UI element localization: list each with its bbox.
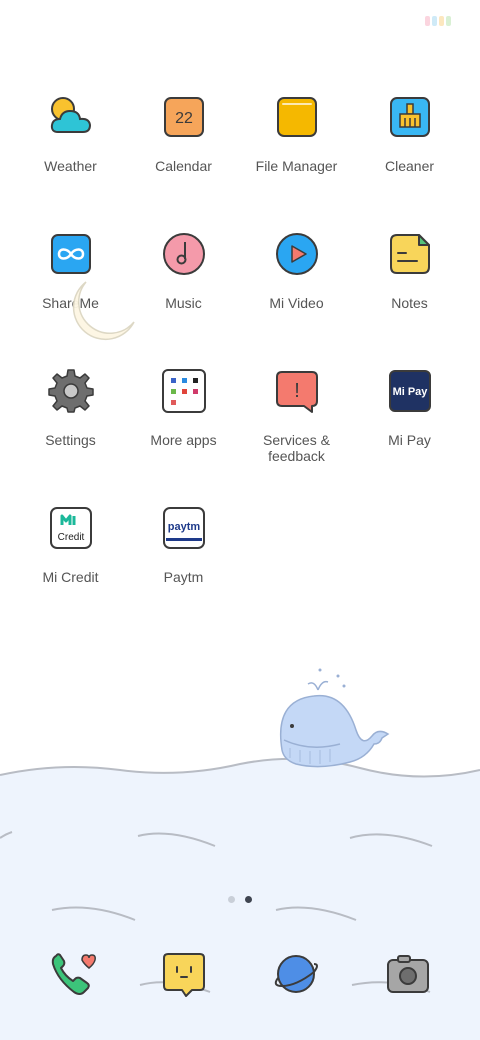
badge-segment (446, 16, 451, 26)
weather-icon (50, 97, 91, 133)
whale-illustration (279, 668, 390, 768)
app-mi-pay[interactable]: Mi Pay Mi Pay (353, 368, 466, 478)
app-settings[interactable]: Settings (14, 368, 127, 478)
badge-segment (439, 16, 444, 26)
calendar-icon: 22 (163, 97, 204, 137)
exclamation-mark: ! (294, 380, 300, 402)
feedback-icon: ! (275, 371, 318, 413)
app-label: Settings (45, 432, 96, 448)
dock (14, 950, 466, 1000)
app-label: Calendar (155, 158, 212, 174)
message-icon[interactable] (160, 950, 208, 998)
play-icon (275, 233, 318, 275)
phone-icon[interactable] (48, 950, 96, 998)
app-calendar[interactable]: 22 Calendar (127, 94, 240, 204)
app-label: Notes (391, 295, 428, 311)
app-weather[interactable]: Weather (14, 94, 127, 204)
paytm-logo-text: paytm (167, 521, 200, 533)
music-note-icon (162, 233, 205, 275)
app-folder-icon (161, 369, 206, 413)
gear-icon (47, 369, 94, 413)
app-music[interactable]: Music (127, 231, 240, 341)
app-cleaner[interactable]: Cleaner (353, 94, 466, 204)
camera-icon[interactable] (384, 950, 432, 998)
page-indicator (0, 896, 480, 903)
app-label: Mi Pay (388, 432, 431, 448)
app-label: Music (165, 295, 202, 311)
shareme-icon (50, 234, 91, 274)
micredit-logo-text: Credit (57, 532, 84, 543)
page-dot[interactable] (228, 896, 235, 903)
mipay-logo-text: Mi Pay (392, 386, 428, 398)
micredit-icon: Credit (49, 507, 92, 549)
app-services-feedback[interactable]: ! Services & feedback (240, 368, 353, 478)
app-paytm[interactable]: paytm Paytm (127, 505, 240, 615)
status-badge (425, 16, 451, 26)
mipay-icon: Mi Pay (388, 370, 431, 412)
planet-icon[interactable] (272, 950, 320, 998)
app-more-apps-folder[interactable]: More apps (127, 368, 240, 478)
app-label: Mi Video (269, 295, 324, 311)
broom-icon (389, 97, 430, 137)
app-mi-video[interactable]: Mi Video (240, 231, 353, 341)
app-label: Cleaner (384, 158, 435, 174)
paytm-icon: paytm (162, 507, 205, 549)
moon-decoration (72, 281, 135, 341)
badge-segment (432, 16, 437, 26)
app-file-manager[interactable]: File Manager (240, 94, 353, 204)
app-label: More apps (150, 432, 217, 448)
folder-icon (276, 97, 317, 137)
app-label: File Manager (255, 158, 338, 174)
app-notes[interactable]: Notes (353, 231, 466, 341)
app-label: Weather (44, 158, 97, 174)
note-icon (389, 234, 430, 274)
app-label: Paytm (163, 569, 204, 585)
page-dot-active[interactable] (245, 896, 252, 903)
app-label: Mi Credit (42, 569, 99, 585)
badge-segment (425, 16, 430, 26)
app-label: Services & feedback (263, 432, 330, 464)
calendar-day: 22 (175, 110, 193, 127)
app-mi-credit[interactable]: Credit Mi Credit (14, 505, 127, 615)
